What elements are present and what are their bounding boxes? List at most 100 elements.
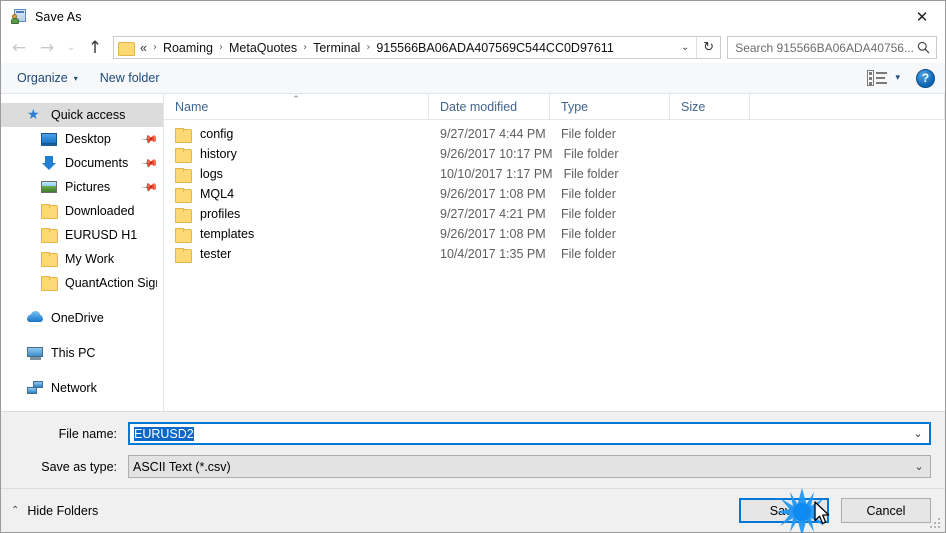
folder-icon	[175, 187, 192, 203]
recent-locations-button[interactable]: ⌄	[61, 35, 81, 61]
folder-icon	[175, 227, 192, 243]
new-folder-label: New folder	[99, 71, 160, 85]
file-name-cell: profiles	[164, 207, 429, 223]
chevron-right-icon: ›	[218, 42, 223, 53]
chevron-down-icon: ▾	[73, 73, 78, 83]
file-name-row: File name: EURUSD2 ⌄	[15, 422, 931, 445]
table-row[interactable]: profiles 9/27/2017 4:21 PM File folder	[164, 204, 945, 224]
pin-icon[interactable]: 📌	[141, 178, 160, 197]
file-name-cell: logs	[164, 167, 429, 183]
breadcrumb-item-current-folder[interactable]: 915566BA06ADA407569C544CC0D97611	[373, 41, 616, 55]
search-placeholder: Search 915566BA06ADA40756...	[735, 40, 914, 55]
breadcrumb-item-metaquotes[interactable]: MetaQuotes	[226, 41, 300, 55]
chevron-right-icon: ›	[366, 42, 371, 53]
breadcrumb-item-roaming[interactable]: Roaming	[160, 41, 216, 55]
sidebar-item-label: EURUSD H1	[65, 228, 138, 242]
save-button[interactable]: Save	[739, 498, 829, 523]
sidebar-item-quick-access[interactable]: ★ Quick access	[1, 103, 163, 127]
type-cell: File folder	[561, 227, 616, 241]
file-name-cell: history	[164, 147, 429, 163]
column-header-label: Date modified	[440, 99, 518, 114]
chevron-right-icon: ›	[152, 42, 157, 53]
column-header-size[interactable]: Size	[670, 94, 750, 119]
file-list-pane: ⌃ Name Date modified Type Size config 9/…	[164, 94, 945, 411]
cancel-button[interactable]: Cancel	[841, 498, 931, 523]
dialog-body: ★ Quick access Desktop 📌 Documents 📌 Pic…	[1, 94, 945, 411]
column-header-date-modified[interactable]: Date modified	[429, 94, 550, 119]
file-list: config 9/27/2017 4:44 PM File folder his…	[164, 120, 945, 411]
folder-icon	[175, 167, 192, 183]
file-name-value-wrap: EURUSD2	[130, 426, 907, 441]
onedrive-icon	[27, 310, 44, 326]
sidebar-item-eurusd-h1[interactable]: EURUSD H1	[1, 223, 163, 247]
pictures-icon	[41, 179, 58, 195]
breadcrumb-overflow[interactable]: «	[139, 41, 150, 55]
file-name-label: MQL4	[200, 187, 235, 201]
save-as-type-select[interactable]: ASCII Text (*.csv) ⌄	[128, 455, 931, 478]
organize-button[interactable]: Organize ▾	[17, 71, 78, 85]
resize-grip[interactable]	[930, 518, 942, 530]
folder-icon	[175, 247, 192, 263]
sidebar-item-this-pc[interactable]: This PC	[1, 341, 163, 365]
sidebar-item-pictures[interactable]: Pictures 📌	[1, 175, 163, 199]
sidebar-item-label: My Work	[65, 252, 115, 266]
chevron-down-icon[interactable]: ⌄	[907, 424, 929, 443]
network-icon	[27, 380, 44, 396]
file-name-label: tester	[200, 247, 232, 261]
column-header-type[interactable]: Type	[550, 94, 670, 119]
table-row[interactable]: MQL4 9/26/2017 1:08 PM File folder	[164, 184, 945, 204]
address-bar[interactable]: « › Roaming › MetaQuotes › Terminal › 91…	[113, 36, 722, 59]
type-cell: File folder	[561, 187, 616, 201]
forward-button[interactable]: →	[33, 35, 61, 61]
back-button[interactable]: ←	[5, 35, 33, 61]
new-folder-button[interactable]: New folder	[100, 71, 160, 85]
chevron-down-icon[interactable]: ⌄	[908, 456, 930, 477]
column-header-name[interactable]: ⌃ Name	[164, 94, 429, 119]
sidebar-item-documents[interactable]: Documents 📌	[1, 151, 163, 175]
table-row[interactable]: config 9/27/2017 4:44 PM File folder	[164, 124, 945, 144]
pin-icon[interactable]: 📌	[141, 154, 160, 173]
table-row[interactable]: tester 10/4/2017 1:35 PM File folder	[164, 244, 945, 264]
folder-icon	[41, 275, 58, 291]
date-modified-cell: 9/26/2017 1:08 PM	[440, 227, 546, 241]
close-icon[interactable]: ✕	[899, 1, 945, 32]
command-toolbar: Organize ▾ New folder ▾ ?	[1, 63, 945, 94]
sidebar-item-label: Network	[51, 381, 97, 395]
view-mode-chevron-down-icon[interactable]: ▾	[895, 73, 900, 83]
sidebar-item-onedrive[interactable]: OneDrive	[1, 306, 163, 330]
sidebar-item-label: QuantAction Signal	[65, 276, 157, 290]
table-row[interactable]: logs 10/10/2017 1:17 PM File folder	[164, 164, 945, 184]
sidebar-item-my-work[interactable]: My Work	[1, 247, 163, 271]
column-header-label: Name	[175, 99, 209, 114]
refresh-icon[interactable]: ↻	[696, 37, 720, 58]
breadcrumb-item-terminal[interactable]: Terminal	[310, 41, 363, 55]
sidebar-item-quantaction-signal[interactable]: QuantAction Signal	[1, 271, 163, 295]
type-cell: File folder	[563, 167, 619, 181]
type-cell: File folder	[561, 247, 616, 261]
sort-ascending-icon: ⌃	[292, 95, 300, 105]
pin-icon[interactable]: 📌	[141, 130, 160, 149]
star-icon: ★	[27, 107, 40, 123]
hide-folders-label: Hide Folders	[27, 503, 99, 518]
chevron-down-icon[interactable]: ⌄	[674, 37, 696, 58]
help-button[interactable]: ?	[916, 68, 935, 88]
desktop-icon	[41, 131, 58, 147]
sidebar-item-label: Desktop	[65, 132, 111, 146]
table-row[interactable]: templates 9/26/2017 1:08 PM File folder	[164, 224, 945, 244]
folder-icon	[41, 203, 58, 219]
column-header-label: Type	[561, 99, 589, 114]
sidebar-item-network[interactable]: Network	[1, 376, 163, 400]
sidebar-item-label: Pictures	[65, 180, 111, 194]
folder-icon	[175, 147, 192, 163]
up-button[interactable]: ↑	[81, 35, 109, 61]
hide-folders-button[interactable]: ⌃ Hide Folders	[11, 504, 98, 518]
table-row[interactable]: history 9/26/2017 10:17 PM File folder	[164, 144, 945, 164]
sidebar-item-downloaded[interactable]: Downloaded	[1, 199, 163, 223]
view-mode-icon[interactable]	[867, 70, 888, 86]
dialog-footer: ⌃ Hide Folders Save Cancel	[1, 488, 945, 532]
file-name-cell: templates	[164, 227, 429, 243]
file-name-input[interactable]: EURUSD2 ⌄	[128, 422, 931, 445]
sidebar-item-label: OneDrive	[51, 311, 104, 325]
search-input[interactable]: Search 915566BA06ADA40756...	[727, 36, 937, 59]
sidebar-item-desktop[interactable]: Desktop 📌	[1, 127, 163, 151]
